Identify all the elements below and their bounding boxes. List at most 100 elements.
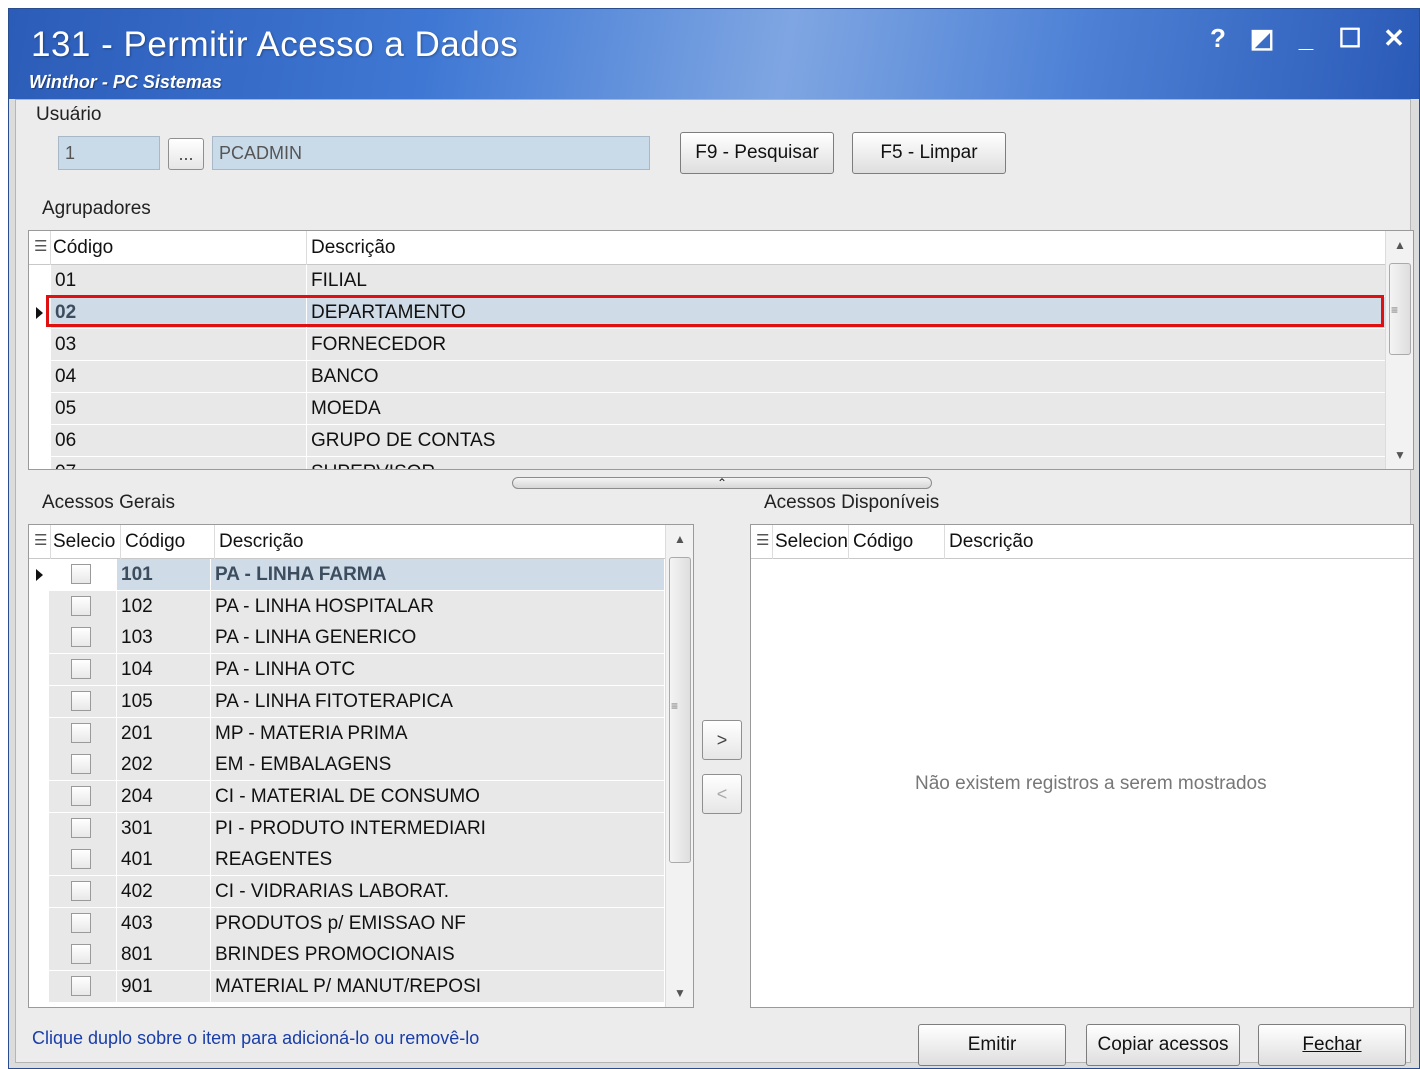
- cell-selecionar: [49, 654, 117, 687]
- row-indicator: [29, 971, 49, 1004]
- select-checkbox[interactable]: [71, 785, 91, 806]
- cell-selecionar: [49, 844, 117, 877]
- current-row-icon: [36, 569, 43, 581]
- col-codigo[interactable]: Código: [125, 525, 215, 559]
- minimize-icon[interactable]: _: [1293, 23, 1319, 53]
- table-row[interactable]: 104 PA - LINHA OTC: [29, 654, 665, 687]
- table-row[interactable]: 07SUPERVISOR: [29, 457, 1387, 469]
- col-descricao[interactable]: Descrição: [219, 525, 665, 559]
- select-checkbox[interactable]: [71, 881, 91, 901]
- help-icon[interactable]: ?: [1205, 23, 1231, 53]
- column-menu-icon[interactable]: ☰: [751, 525, 773, 559]
- select-checkbox[interactable]: [71, 564, 91, 584]
- col-descricao[interactable]: Descrição: [949, 525, 1413, 559]
- agrupadores-scrollbar[interactable]: ▲ ≡ ▼: [1385, 231, 1413, 469]
- scroll-down-icon[interactable]: ▼: [666, 979, 693, 1007]
- table-row[interactable]: 105 PA - LINHA FITOTERAPICA: [29, 685, 665, 718]
- table-row[interactable]: 01 FILIAL: [29, 265, 1387, 297]
- current-row-icon: [36, 307, 43, 319]
- maximize-icon[interactable]: ☐: [1337, 23, 1363, 53]
- table-row[interactable]: 101 PA - LINHA FARMA: [29, 559, 665, 591]
- select-checkbox[interactable]: [71, 690, 91, 711]
- select-checkbox[interactable]: [71, 722, 91, 743]
- search-button[interactable]: F9 - Pesquisar: [680, 132, 834, 174]
- table-row[interactable]: 201 MP - MATERIA PRIMA: [29, 717, 665, 750]
- row-indicator: [29, 749, 49, 782]
- empty-message: Não existem registros a serem mostrados: [915, 773, 1267, 794]
- table-row[interactable]: 04 BANCO: [29, 361, 1387, 393]
- cell-descricao: PA - LINHA OTC: [211, 654, 665, 687]
- table-row[interactable]: 301 PI - PRODUTO INTERMEDIARI: [29, 812, 665, 845]
- row-indicator: [29, 685, 49, 718]
- add-access-button[interactable]: >: [702, 720, 742, 760]
- col-selecionar[interactable]: Selecio: [53, 525, 121, 559]
- cell-descricao: MOEDA: [307, 393, 1387, 425]
- acessos-gerais-scrollbar[interactable]: ▲ ≡ ▼: [665, 525, 693, 1007]
- window-controls: ? ◩ _ ☐ ✕: [1205, 23, 1407, 53]
- window-title: 131 - Permitir Acesso a Dados: [31, 25, 519, 64]
- acessos-disponiveis-header: ☰ Selecion Código Descrição: [751, 525, 1413, 559]
- row-indicator: [29, 876, 49, 908]
- table-row[interactable]: 801 BRINDES PROMOCIONAIS: [29, 939, 665, 972]
- cell-codigo: 05: [51, 393, 307, 425]
- table-row[interactable]: 05 MOEDA: [29, 393, 1387, 425]
- hint-text: Clique duplo sobre o item para adicioná-…: [32, 1028, 480, 1048]
- usuario-name-field[interactable]: PCADMIN: [212, 136, 650, 170]
- title-bar[interactable]: 131 - Permitir Acesso a Dados Winthor - …: [9, 9, 1419, 99]
- table-row[interactable]: 401 REAGENTES: [29, 844, 665, 877]
- usuario-lookup-button[interactable]: ...: [168, 138, 204, 170]
- cell-codigo: 901: [117, 971, 211, 1004]
- col-codigo[interactable]: Código: [853, 525, 945, 559]
- cell-selecionar: [49, 622, 117, 655]
- cell-descricao: PA - LINHA FARMA: [211, 559, 665, 591]
- splitter-handle[interactable]: ⌃: [512, 477, 932, 489]
- table-row[interactable]: 204 CI - MATERIAL DE CONSUMO: [29, 780, 665, 813]
- col-selecionar[interactable]: Selecion: [775, 525, 849, 559]
- cell-codigo: 06: [51, 425, 307, 457]
- row-indicator: [29, 559, 49, 591]
- copiar-acessos-button[interactable]: Copiar acessos: [1086, 1024, 1240, 1066]
- select-checkbox[interactable]: [71, 944, 91, 965]
- row-indicator: [29, 590, 49, 623]
- row-indicator: [29, 812, 49, 845]
- table-row[interactable]: 06 GRUPO DE CONTAS: [29, 425, 1387, 457]
- select-checkbox[interactable]: [71, 976, 91, 997]
- usuario-code-field[interactable]: 1: [58, 136, 160, 170]
- emitir-button[interactable]: Emitir: [918, 1024, 1066, 1066]
- scroll-up-icon[interactable]: ▲: [666, 525, 693, 553]
- select-checkbox[interactable]: [71, 849, 91, 870]
- scroll-up-icon[interactable]: ▲: [1386, 231, 1413, 259]
- col-descricao[interactable]: Descrição: [311, 231, 1387, 265]
- select-checkbox[interactable]: [71, 754, 91, 775]
- table-row[interactable]: 901 MATERIAL P/ MANUT/REPOSI: [29, 971, 665, 1004]
- table-row[interactable]: 402 CI - VIDRARIAS LABORAT.: [29, 876, 665, 908]
- select-checkbox[interactable]: [71, 817, 91, 838]
- row-indicator: [29, 654, 49, 687]
- cell-selecionar: [49, 749, 117, 782]
- select-checkbox[interactable]: [71, 912, 91, 933]
- table-row[interactable]: 03 FORNECEDOR: [29, 329, 1387, 361]
- table-row[interactable]: 103 PA - LINHA GENERICO: [29, 622, 665, 655]
- column-menu-icon[interactable]: ☰: [29, 231, 51, 265]
- fechar-button[interactable]: Fechar: [1258, 1024, 1406, 1066]
- clear-button[interactable]: F5 - Limpar: [852, 132, 1006, 174]
- scroll-down-icon[interactable]: ▼: [1386, 441, 1413, 469]
- table-row[interactable]: 102 PA - LINHA HOSPITALAR: [29, 590, 665, 623]
- table-row[interactable]: 403 PRODUTOS p/ EMISSAO NF: [29, 907, 665, 940]
- row-indicator: [29, 939, 49, 972]
- cell-descricao: BANCO: [307, 361, 1387, 393]
- column-menu-icon[interactable]: ☰: [29, 525, 51, 559]
- acessos-gerais-grid: ☰ Selecio Código Descrição 101 PA - LINHA…: [28, 524, 694, 1008]
- table-row[interactable]: 202 EM - EMBALAGENS: [29, 749, 665, 782]
- select-checkbox[interactable]: [71, 659, 91, 680]
- restore-icon[interactable]: ◩: [1249, 23, 1275, 53]
- close-icon[interactable]: ✕: [1381, 23, 1407, 53]
- cell-codigo: 01: [51, 265, 307, 297]
- cell-codigo: 104: [117, 654, 211, 687]
- select-checkbox[interactable]: [71, 627, 91, 648]
- acessos-disponiveis-label: Acessos Disponíveis: [764, 492, 940, 513]
- window-subtitle: Winthor - PC Sistemas: [29, 72, 222, 92]
- remove-access-button[interactable]: <: [702, 774, 742, 814]
- col-codigo[interactable]: Código: [53, 231, 307, 265]
- select-checkbox[interactable]: [71, 595, 91, 616]
